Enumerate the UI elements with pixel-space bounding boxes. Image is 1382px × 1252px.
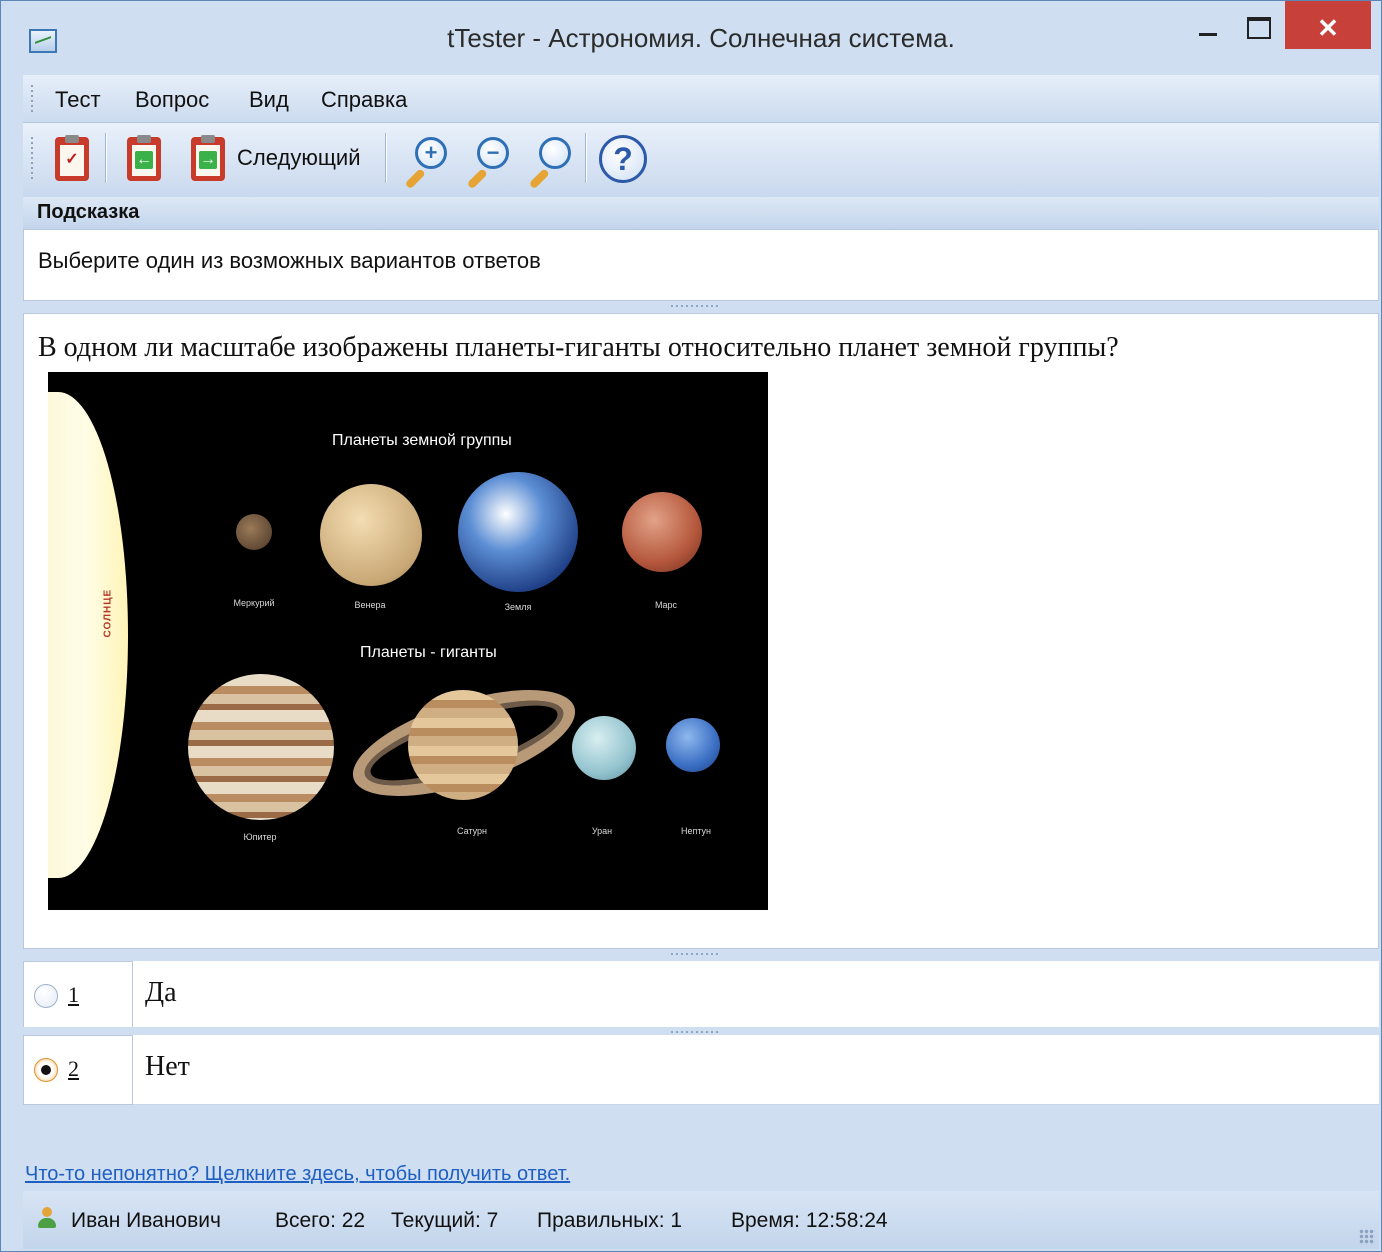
arrow-left-icon: ←	[135, 151, 153, 169]
hint-text: Выберите один из возможных вариантов отв…	[23, 229, 1379, 301]
app-window: tTester - Астрономия. Солнечная система.…	[0, 0, 1382, 1252]
help-icon[interactable]: ?	[599, 135, 647, 183]
giants-heading: Планеты - гиганты	[360, 644, 497, 661]
answer-text[interactable]: Нет	[145, 1051, 190, 1083]
mercury-planet	[236, 514, 272, 550]
solar-system-image: СОЛНЦЕ Планеты земной группы Меркурий Ве…	[48, 372, 768, 910]
saturn-planet	[408, 690, 518, 800]
question-text: В одном ли масштабе изображены планеты-г…	[38, 332, 1119, 363]
planet-label-uranus: Уран	[591, 826, 613, 836]
sun-label: СОЛНЦЕ	[102, 588, 114, 638]
next-question-button[interactable]: →	[191, 135, 225, 181]
answer-option[interactable]: 2 Нет	[23, 1035, 1379, 1105]
answer-number[interactable]: 2	[68, 1056, 79, 1082]
earth-planet	[458, 472, 578, 592]
toolbar-separator	[385, 133, 387, 183]
planet-label-saturn: Сатурн	[456, 826, 487, 836]
planet-label-neptune: Нептун	[680, 826, 712, 836]
zoom-out-icon: −	[477, 137, 509, 169]
checklist-icon: ✓	[65, 151, 79, 168]
answer-number[interactable]: 1	[68, 982, 79, 1008]
answer-text[interactable]: Да	[145, 977, 177, 1009]
answer-splitter[interactable]	[23, 1027, 1379, 1035]
venus-planet	[320, 484, 422, 586]
answer-radio[interactable]	[34, 984, 58, 1008]
toolbar-separator	[105, 133, 107, 183]
help-link[interactable]: Что-то непонятно? Щелкните здесь, чтобы …	[25, 1163, 570, 1186]
sun	[48, 392, 128, 878]
next-question-label[interactable]: Следующий	[237, 145, 361, 171]
status-total: Всего: 22	[275, 1209, 366, 1232]
previous-question-button[interactable]: ←	[127, 135, 161, 181]
hint-splitter[interactable]	[23, 301, 1379, 313]
answer-selector[interactable]: 2	[23, 1035, 133, 1105]
minimize-button[interactable]	[1181, 1, 1233, 49]
menu-view[interactable]: Вид	[249, 87, 289, 113]
answer-selector[interactable]: 1	[23, 961, 133, 1031]
user-icon	[37, 1207, 57, 1229]
jupiter-planet	[188, 674, 334, 820]
answer-radio-selected[interactable]	[34, 1058, 58, 1082]
zoom-reset-button[interactable]	[523, 135, 575, 190]
maximize-button[interactable]	[1233, 1, 1283, 49]
planet-label-earth: Земля	[504, 602, 532, 612]
hint-header: Подсказка	[23, 197, 1379, 229]
window-title: tTester - Астрономия. Солнечная система.	[447, 23, 955, 53]
status-bar: Иван Иванович Всего: 22 Текущий: 7 Прави…	[23, 1191, 1379, 1249]
resize-grip[interactable]	[1359, 1229, 1375, 1245]
magnifier-handle	[404, 168, 426, 190]
title-bar[interactable]: tTester - Астрономия. Солнечная система.…	[1, 1, 1381, 73]
planet-label-jupiter: Юпитер	[243, 832, 277, 842]
terrestrial-heading: Планеты земной группы	[332, 432, 512, 449]
status-correct: Правильных: 1	[537, 1209, 683, 1232]
toolbar: ✓ ← → Следующий + − ?	[23, 123, 1379, 197]
planet-label-mercury: Меркурий	[233, 598, 275, 608]
menu-help[interactable]: Справка	[321, 87, 407, 113]
question-splitter[interactable]	[23, 949, 1379, 961]
zoom-reset-icon	[539, 137, 571, 169]
answer-option[interactable]: 1 Да	[23, 961, 1379, 1031]
status-time: Время: 12:58:24	[731, 1209, 888, 1232]
finish-test-button[interactable]: ✓	[55, 135, 89, 181]
question-panel: В одном ли масштабе изображены планеты-г…	[23, 313, 1379, 949]
menu-question[interactable]: Вопрос	[135, 87, 209, 113]
planet-label-venus: Венера	[354, 600, 386, 610]
zoom-out-button[interactable]: −	[461, 135, 513, 190]
status-user: Иван Иванович	[71, 1209, 221, 1232]
menu-grip	[31, 85, 33, 113]
toolbar-separator	[585, 133, 587, 183]
toolbar-grip	[31, 137, 33, 181]
uranus-planet	[572, 716, 636, 780]
zoom-in-button[interactable]: +	[399, 135, 451, 190]
menu-test[interactable]: Тест	[55, 87, 101, 113]
neptune-planet	[666, 718, 720, 772]
arrow-right-icon: →	[199, 151, 217, 169]
mars-planet	[622, 492, 702, 572]
planet-label-mars: Марс	[654, 600, 678, 610]
magnifier-handle	[466, 168, 488, 190]
status-current: Текущий: 7	[391, 1209, 499, 1232]
menu-bar: Тест Вопрос Вид Справка	[23, 75, 1379, 123]
magnifier-handle	[528, 168, 550, 190]
close-button[interactable]: ✕	[1285, 1, 1371, 49]
zoom-in-icon: +	[415, 137, 447, 169]
